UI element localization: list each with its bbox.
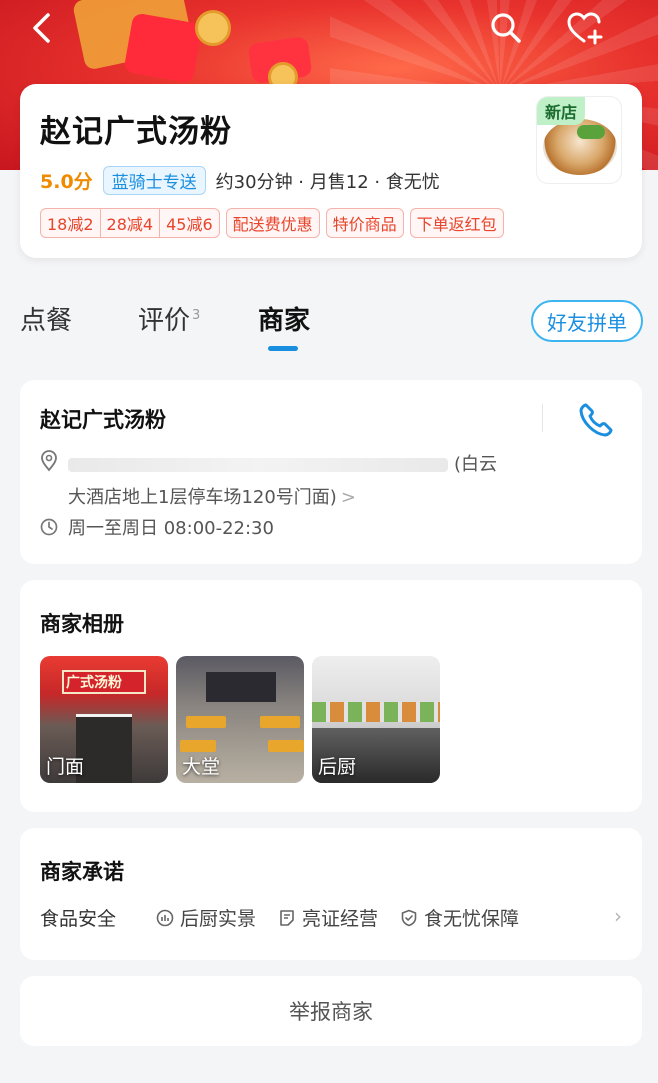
merchant-info-card: 赵记广式汤粉 (白云 大酒店地上1层停车场120号门面) > 周一至周日 08:0…: [20, 380, 642, 564]
promise-item-label: 食无忧保障: [424, 908, 520, 930]
chevron-right-icon: ›: [614, 904, 622, 928]
tab-merchant-label: 商家: [258, 306, 311, 336]
shop-thumbnail[interactable]: 新店: [536, 96, 622, 184]
shield-check-icon: [401, 909, 417, 926]
photo-label: 门面: [46, 756, 85, 778]
address-redacted: [68, 458, 448, 472]
report-merchant-button[interactable]: 举报商家: [20, 976, 642, 1046]
kitchen-monitor-icon: [156, 909, 174, 926]
favorite-button[interactable]: [566, 8, 606, 48]
promise-row: 食品安全 后厨实景 亮证经营 食无忧保障 ›: [40, 904, 622, 931]
album-title: 商家相册: [40, 612, 124, 636]
promise-item: 食无忧保障: [400, 904, 519, 931]
delivery-tag: 蓝骑士专送: [102, 166, 206, 195]
chevron-left-icon: [33, 13, 50, 43]
photo-label: 大堂: [182, 756, 221, 778]
door-image: [76, 714, 132, 783]
review-count: 3: [192, 308, 201, 324]
license-icon: [280, 909, 294, 926]
phone-icon: [579, 403, 613, 437]
merchant-address[interactable]: (白云 大酒店地上1层停车场120号门面) >: [68, 448, 568, 514]
promise-category: 食品安全: [40, 908, 117, 930]
table-image: [268, 740, 304, 752]
promise-item-label: 亮证经营: [302, 908, 379, 930]
report-label: 举报商家: [289, 1000, 373, 1024]
tab-review-label: 评价: [138, 306, 191, 336]
shop-sign-text: 广式汤粉: [66, 675, 122, 691]
discount-tag: 28减4: [99, 209, 160, 237]
chevron-right-icon: >: [340, 487, 356, 508]
photo-label: 后厨: [318, 756, 357, 778]
tab-bar: 点餐 评价 3 商家 好友拼单: [0, 292, 658, 356]
coin-decoration: [195, 10, 231, 46]
merchant-album-card: 商家相册 广式汤粉 门面 大堂 后厨: [20, 580, 642, 812]
promise-item: 亮证经营: [278, 904, 378, 931]
divider: [542, 404, 543, 432]
promise-item-label: 后厨实景: [180, 908, 257, 930]
album-photo-storefront[interactable]: 广式汤粉 门面: [40, 656, 168, 783]
group-order-button[interactable]: 好友拼单: [531, 300, 643, 342]
promo-tag: 下单返红包: [409, 208, 504, 238]
shop-summary-card: 赵记广式汤粉 新店 5.0分 蓝骑士专送 约30分钟 · 月售12 · 食无忧 …: [20, 84, 642, 258]
promise-title: 商家承诺: [40, 860, 124, 884]
business-hours: 周一至周日 08:00-22:30: [68, 518, 274, 539]
promo-tag: 配送费优惠: [225, 208, 320, 238]
discount-tag: 18减2: [47, 215, 94, 234]
search-button[interactable]: [486, 8, 526, 48]
shop-rating: 5.0分: [40, 171, 93, 193]
shop-meta-text: 约30分钟 · 月售12 · 食无忧: [215, 171, 440, 193]
tab-merchant[interactable]: 商家: [258, 300, 310, 337]
shop-name: 赵记广式汤粉: [40, 114, 232, 150]
heart-plus-icon: [567, 12, 603, 45]
merchant-name: 赵记广式汤粉: [40, 408, 166, 432]
search-icon: [491, 13, 521, 43]
album-photo-dining-hall[interactable]: 大堂: [176, 656, 304, 783]
garnish-image: [577, 125, 605, 139]
new-shop-badge: 新店: [537, 97, 586, 125]
tab-order[interactable]: 点餐: [20, 300, 72, 337]
active-tab-indicator: [268, 346, 298, 351]
tab-order-label: 点餐: [20, 306, 73, 336]
banner-decoration: [123, 12, 203, 84]
address-line1-end: (白云: [454, 454, 498, 475]
tab-review[interactable]: 评价 3: [138, 300, 200, 337]
address-line2: 大酒店地上1层停车场120号门面): [68, 487, 337, 508]
discount-tag: 45减6: [159, 209, 219, 237]
shop-meta-row: 5.0分 蓝骑士专送 约30分钟 · 月售12 · 食无忧: [40, 166, 440, 195]
album-photos: 广式汤粉 门面 大堂 后厨: [40, 656, 440, 783]
promise-item: 后厨实景: [156, 904, 256, 931]
promo-row[interactable]: 18减2 28减4 45减6 配送费优惠 特价商品 下单返红包: [40, 208, 504, 238]
clock-icon: [40, 518, 58, 536]
table-image: [186, 716, 226, 728]
location-pin-icon: [41, 450, 57, 472]
album-photo-kitchen[interactable]: 后厨: [312, 656, 440, 783]
back-button[interactable]: [22, 8, 62, 48]
hall-wall-image: [206, 672, 276, 702]
table-image: [180, 740, 216, 752]
menu-board-image: [312, 702, 440, 722]
table-image: [260, 716, 300, 728]
call-button[interactable]: [574, 398, 618, 442]
promo-tag: 特价商品: [325, 208, 404, 238]
discount-tag-group: 18减2 28减4 45减6: [40, 208, 220, 238]
merchant-promise-card[interactable]: 商家承诺 食品安全 后厨实景 亮证经营 食无忧保障 ›: [20, 828, 642, 960]
